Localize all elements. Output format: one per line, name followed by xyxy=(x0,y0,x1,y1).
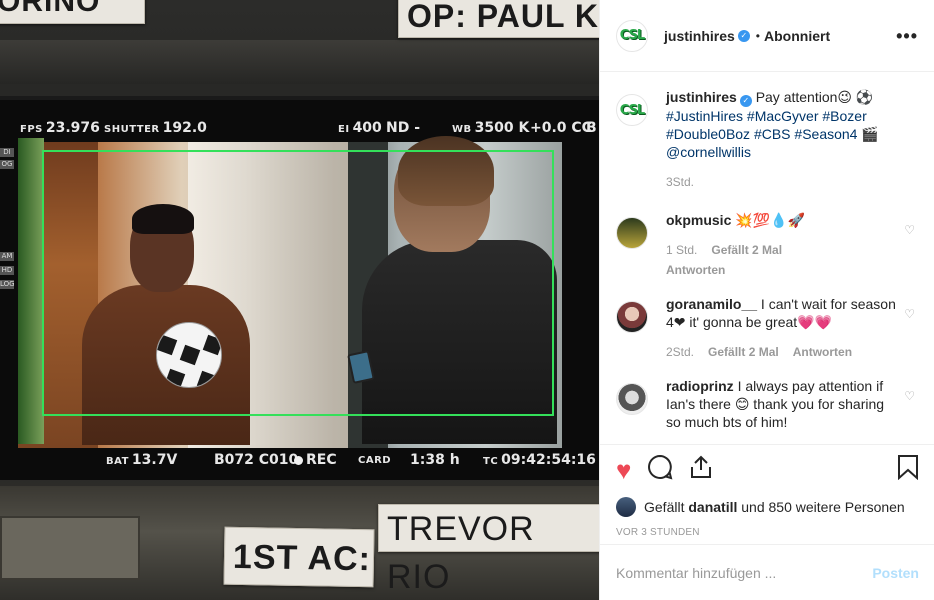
comment-username[interactable]: goranamilo__ xyxy=(666,296,757,312)
hud-cc: +0.0 CC xyxy=(530,120,592,136)
likes-prefix: Gefällt xyxy=(644,499,685,515)
hud-side-am: AM xyxy=(0,252,14,261)
liker-avatar[interactable] xyxy=(616,497,636,517)
hud-card: CARD xyxy=(358,455,392,466)
comment-item: radioprinz I always pay attention if Ian… xyxy=(616,377,919,431)
caption-time[interactable]: 3Std. xyxy=(666,173,694,191)
hud-side-og: OG xyxy=(0,160,14,169)
commenter-avatar[interactable] xyxy=(616,217,648,249)
add-comment-bar: Posten xyxy=(600,544,934,600)
header-separator: • xyxy=(755,28,760,43)
post-side-panel: CSL justinhires ✓ • Abonniert ••• CSL ju… xyxy=(599,0,934,600)
more-options-icon[interactable]: ••• xyxy=(896,27,918,45)
hud-remaining: 1:38 h xyxy=(410,452,460,468)
hud-battery: BAT 13.7V xyxy=(106,452,178,468)
comment-text: 💥💯💧🚀 xyxy=(735,212,805,228)
comment-like-heart-icon[interactable]: ♡ xyxy=(904,389,915,403)
post-header: CSL justinhires ✓ • Abonniert ••• xyxy=(600,0,934,72)
comment-like-heart-icon[interactable]: ♡ xyxy=(904,223,915,237)
hud-ei: EI 400 xyxy=(338,120,382,136)
comment-username[interactable]: radioprinz xyxy=(666,378,734,394)
comment-time[interactable]: 1 Std. xyxy=(666,241,697,259)
comments-list[interactable]: CSL justinhires ✓ Pay attention😉 ⚽ #Justi… xyxy=(600,72,934,444)
comment-time[interactable]: 2Std. xyxy=(666,343,694,361)
comment-likes[interactable]: Gefällt 2 Mal xyxy=(711,241,782,259)
caption-text: Pay attention😉 ⚽ xyxy=(755,89,874,105)
post-timestamp[interactable]: VOR 3 STUNDEN xyxy=(616,527,919,538)
hud-nd: ND - xyxy=(386,120,421,136)
comment-input[interactable] xyxy=(616,564,873,581)
post-actions: ♥ Gefällt danatill und 850 weitere Perso… xyxy=(600,444,934,538)
author-avatar[interactable]: CSL xyxy=(616,19,648,52)
caption-tags[interactable]: #JustinHires #MacGyver #Bozer #Double0Bo… xyxy=(666,108,879,160)
comment-icon[interactable] xyxy=(647,454,673,486)
hud-rec: REC xyxy=(294,452,337,468)
frame-guide-lines xyxy=(42,150,554,416)
post-photo[interactable]: ORINO OP: PAUL K FPS 23.976 SHUTTER 192.0 … xyxy=(0,0,599,600)
hud-side-hd: HD xyxy=(0,266,14,275)
commenter-avatar[interactable] xyxy=(616,383,648,415)
caption-username[interactable]: justinhires xyxy=(666,89,737,105)
caption-avatar[interactable]: CSL xyxy=(616,94,648,126)
camera-rig-panel xyxy=(0,516,140,580)
tape-label-top-left: ORINO xyxy=(0,0,145,24)
comment-item: goranamilo__ I can't wait for season 4❤ … xyxy=(616,295,919,361)
comment-like-heart-icon[interactable]: ♡ xyxy=(904,307,915,321)
hud-timecode: TC 09:42:54:16 xyxy=(483,452,596,468)
comment-likes[interactable]: Gefällt 2 Mal xyxy=(708,343,779,361)
reply-button[interactable]: Antworten xyxy=(666,261,725,279)
hud-side-log: LOG xyxy=(0,280,15,289)
liker-username[interactable]: danatill xyxy=(688,499,737,515)
hud-fps: FPS 23.976 xyxy=(20,120,100,136)
verified-badge-icon: ✓ xyxy=(739,95,752,107)
record-dot-icon xyxy=(294,456,303,465)
post-comment-button[interactable]: Posten xyxy=(872,565,919,581)
bookmark-icon[interactable] xyxy=(897,454,919,486)
tape-label-operator: OP: PAUL K xyxy=(398,0,599,38)
tape-label-trevor: TREVOR RIO xyxy=(378,504,599,596)
caption: CSL justinhires ✓ Pay attention😉 ⚽ #Justi… xyxy=(616,88,919,191)
hud-wb: WB 3500 K xyxy=(452,120,530,136)
heart-icon[interactable]: ♥ xyxy=(616,455,631,485)
scene-plant xyxy=(18,138,44,444)
tape-label-first-ac: 1ST AC: xyxy=(223,526,375,588)
reply-button[interactable]: Antworten xyxy=(793,343,852,361)
hud-b: B xyxy=(586,120,597,136)
hud-clip: B072 C010 xyxy=(214,452,299,468)
author-username[interactable]: justinhires xyxy=(664,28,735,44)
hud-side-di: DI xyxy=(0,148,14,157)
camera-rig-top xyxy=(0,40,599,84)
hud-shutter: SHUTTER 192.0 xyxy=(104,120,207,136)
comment-item: okpmusic 💥💯💧🚀 1 Std. Gefällt 2 Mal Antwo… xyxy=(616,211,919,279)
comment-username[interactable]: okpmusic xyxy=(666,212,731,228)
follow-status-button[interactable]: Abonniert xyxy=(764,28,830,44)
share-icon[interactable] xyxy=(689,454,713,486)
verified-badge-icon: ✓ xyxy=(737,29,750,42)
likes-others-link[interactable]: und 850 weitere Personen xyxy=(741,499,904,515)
likes-summary: Gefällt danatill und 850 weitere Persone… xyxy=(616,497,919,517)
commenter-avatar[interactable] xyxy=(616,301,648,333)
